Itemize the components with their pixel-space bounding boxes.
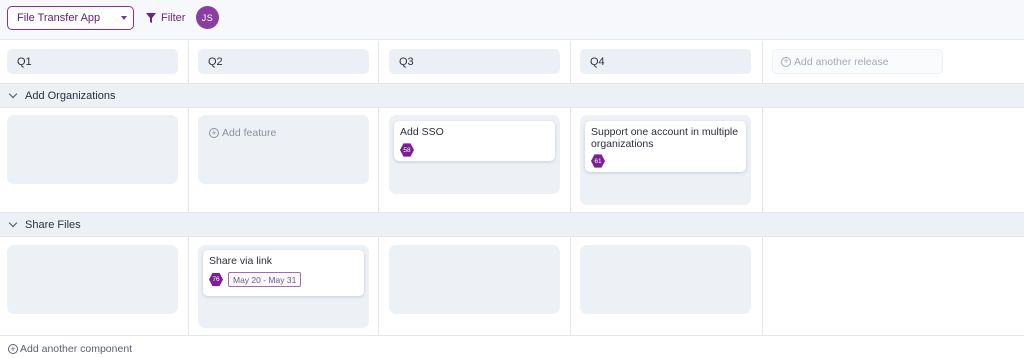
add-release-label: Add another release: [794, 55, 889, 68]
lane-q1: [7, 115, 178, 184]
release-q3[interactable]: Q3: [389, 49, 560, 74]
project-select-value: File Transfer App: [17, 12, 101, 24]
release-q4[interactable]: Q4: [580, 49, 751, 74]
card-meta: 61: [591, 154, 605, 168]
release-row: Q1 Q2 Q3 Q4 + Add another release: [0, 41, 1024, 83]
release-q1[interactable]: Q1: [7, 49, 178, 74]
score-badge: 61: [591, 154, 605, 168]
score-badge: 76: [209, 272, 223, 287]
component-header-add-organizations[interactable]: Add Organizations: [0, 83, 1024, 108]
caret-down-icon: [121, 16, 127, 20]
score-value: 58: [403, 146, 411, 154]
release-label: Q4: [590, 55, 605, 68]
card-title: Add SSO: [400, 126, 444, 138]
date-range: May 20 - May 31: [233, 274, 297, 285]
avatar[interactable]: JS: [196, 6, 219, 29]
add-circle-icon: +: [781, 56, 791, 67]
filter-label: Filter: [161, 12, 186, 24]
avatar-initials: JS: [201, 12, 214, 23]
add-release-button[interactable]: + Add another release: [772, 49, 943, 74]
feature-card[interactable]: Add SSO 58: [394, 121, 555, 161]
release-label: Q2: [208, 55, 223, 68]
feature-card[interactable]: Support one account in multiple organiza…: [585, 121, 746, 172]
filter-icon: [146, 13, 156, 23]
component-header-share-files[interactable]: Share Files: [0, 212, 1024, 237]
score-value: 76: [212, 276, 220, 283]
lane-q1: [7, 245, 178, 314]
lane-q4: [580, 245, 751, 314]
filter-button[interactable]: Filter: [146, 10, 185, 26]
add-component-label: Add another component: [20, 343, 133, 355]
project-select[interactable]: File Transfer App: [7, 6, 134, 30]
feature-card[interactable]: Share via link 76 May 20 - May 31: [203, 250, 364, 296]
component-name: Add Organizations: [25, 89, 116, 102]
add-circle-icon: +: [209, 128, 219, 138]
chevron-down-icon: [8, 89, 18, 99]
release-label: Q1: [17, 55, 32, 68]
top-bar: File Transfer App Filter JS: [0, 0, 1024, 40]
add-feature-label: Add feature: [222, 127, 277, 139]
release-label: Q3: [399, 55, 414, 68]
score-badge: 58: [400, 143, 414, 157]
add-feature-button[interactable]: + Add feature: [209, 127, 276, 139]
lane-q3: [389, 245, 560, 314]
date-range-badge: May 20 - May 31: [228, 272, 302, 287]
release-q2[interactable]: Q2: [198, 49, 369, 74]
chevron-down-icon: [8, 218, 18, 228]
divider: [0, 335, 1024, 336]
card-meta: 76 May 20 - May 31: [209, 272, 302, 287]
card-meta: 58: [400, 143, 414, 157]
card-title: Share via link: [209, 255, 273, 267]
add-component-button[interactable]: + Add another component: [8, 343, 132, 355]
component-name: Share Files: [25, 218, 81, 231]
add-circle-icon: +: [8, 344, 18, 354]
lane-q2: [198, 115, 369, 184]
card-title: Support one account in multiple organiza…: [591, 126, 739, 150]
score-value: 61: [594, 157, 602, 165]
